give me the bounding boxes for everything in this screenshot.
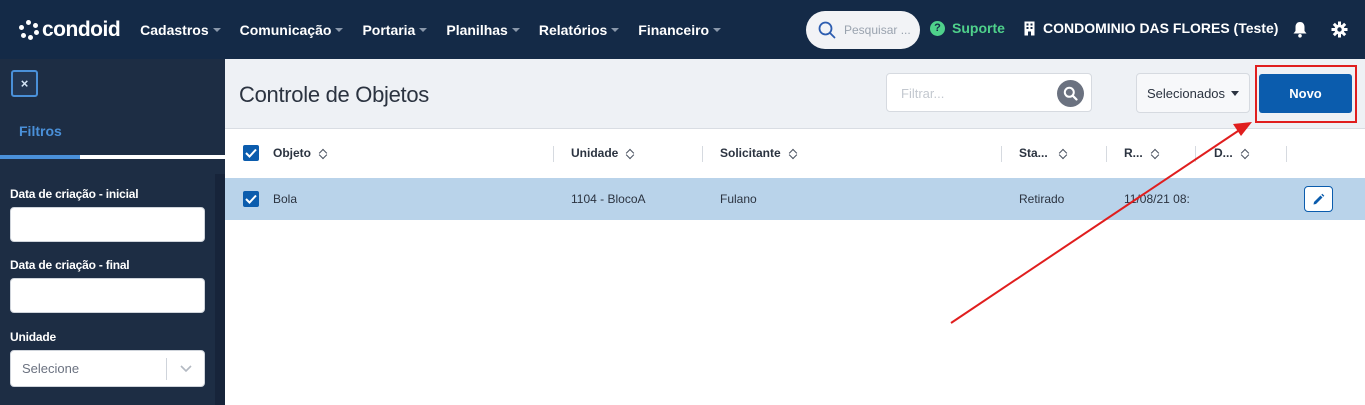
logo[interactable]: condoid bbox=[19, 17, 121, 42]
table-row[interactable]: Bola 1104 - BlocoA Fulano Retirado 11/08… bbox=[225, 178, 1365, 220]
caret-down-icon bbox=[212, 27, 221, 32]
menu-portaria[interactable]: Portaria bbox=[362, 21, 428, 38]
col-header-status[interactable]: Sta... bbox=[1019, 146, 1067, 160]
col-label: R... bbox=[1124, 146, 1143, 160]
sort-icon bbox=[1151, 148, 1159, 159]
edit-button[interactable] bbox=[1304, 186, 1333, 212]
menu-label: Financeiro bbox=[638, 21, 710, 38]
condominium-name: CONDOMINIO DAS FLORES (Teste) bbox=[1043, 20, 1279, 36]
start-date-field[interactable] bbox=[10, 207, 205, 242]
tab-active-indicator bbox=[0, 155, 80, 159]
col-separator[interactable] bbox=[1286, 146, 1287, 162]
menu-planilhas[interactable]: Planilhas bbox=[446, 21, 520, 38]
filter-placeholder: Filtrar... bbox=[901, 86, 945, 101]
chevron-down-icon[interactable] bbox=[167, 364, 204, 373]
menu-cadastros[interactable]: Cadastros bbox=[140, 21, 221, 38]
col-header-solicitante[interactable]: Solicitante bbox=[720, 146, 797, 160]
tab-filters[interactable]: Filtros bbox=[19, 123, 62, 139]
col-label: Solicitante bbox=[720, 146, 781, 160]
sort-icon bbox=[789, 148, 797, 159]
cell-status: Retirado bbox=[1019, 192, 1065, 206]
caret-down-icon bbox=[1231, 90, 1240, 96]
tab-divider bbox=[80, 155, 225, 159]
menu-label: Relatórios bbox=[538, 21, 608, 38]
caret-down-icon bbox=[335, 27, 344, 32]
caret-down-icon bbox=[511, 27, 520, 32]
col-label: Unidade bbox=[571, 146, 619, 160]
col-separator[interactable] bbox=[1106, 146, 1107, 162]
col-header-objeto[interactable]: Objeto bbox=[273, 146, 327, 160]
global-search[interactable]: Pesquisar ... bbox=[806, 11, 920, 49]
cell-r: 11/08/21 08: bbox=[1124, 192, 1190, 206]
cell-unidade: 1104 - BlocoA bbox=[571, 192, 646, 206]
filter-sidebar: × Filtros Data de criação - inicial Data… bbox=[0, 59, 225, 405]
bell-icon[interactable] bbox=[1292, 21, 1308, 38]
logo-icon bbox=[19, 19, 39, 40]
col-separator[interactable] bbox=[1001, 146, 1002, 162]
caret-down-icon bbox=[713, 27, 722, 32]
col-separator[interactable] bbox=[702, 146, 703, 162]
unit-select-value: Selecione bbox=[22, 361, 80, 376]
sort-icon bbox=[1059, 148, 1067, 159]
sort-icon bbox=[626, 148, 634, 159]
sort-icon bbox=[319, 148, 327, 159]
cell-objeto: Bola bbox=[273, 192, 298, 206]
end-date-field[interactable] bbox=[10, 278, 205, 313]
caret-down-icon bbox=[611, 27, 620, 32]
selected-dropdown-button[interactable]: Selecionados bbox=[1136, 73, 1250, 113]
pencil-icon bbox=[1313, 193, 1325, 204]
close-icon: × bbox=[20, 76, 29, 91]
select-all-checkbox[interactable] bbox=[243, 145, 259, 161]
condominium-selector[interactable]: CONDOMINIO DAS FLORES (Teste) bbox=[1024, 20, 1278, 36]
building-icon bbox=[1024, 21, 1035, 35]
row-checkbox[interactable] bbox=[243, 191, 259, 207]
page-header: Controle de Objetos Filtrar... Seleciona… bbox=[225, 59, 1365, 129]
support-label: Suporte bbox=[952, 20, 1005, 36]
menu-label: Comunicação bbox=[239, 21, 332, 38]
col-header-r[interactable]: R... bbox=[1124, 146, 1159, 160]
caret-down-icon bbox=[419, 27, 428, 32]
search-placeholder: Pesquisar ... bbox=[844, 23, 911, 37]
close-sidebar-button[interactable]: × bbox=[11, 70, 38, 97]
menu-label: Cadastros bbox=[140, 21, 209, 38]
col-separator[interactable] bbox=[1195, 146, 1196, 162]
unit-select[interactable]: Selecione bbox=[10, 350, 205, 387]
col-label: Sta... bbox=[1019, 146, 1048, 160]
menu-relatorios[interactable]: Relatórios bbox=[538, 21, 620, 38]
col-label: Objeto bbox=[273, 146, 311, 160]
support-link[interactable]: ? Suporte bbox=[930, 20, 1005, 36]
cell-solicitante: Fulano bbox=[720, 192, 757, 206]
check-icon bbox=[245, 194, 257, 204]
logo-text: condoid bbox=[42, 17, 121, 41]
menu-comunicacao[interactable]: Comunicação bbox=[240, 22, 344, 38]
search-icon bbox=[818, 21, 836, 39]
filter-input[interactable]: Filtrar... bbox=[886, 73, 1092, 112]
col-label: D... bbox=[1214, 146, 1233, 160]
sort-icon bbox=[1241, 148, 1249, 159]
col-header-unidade[interactable]: Unidade bbox=[571, 146, 634, 160]
main-menu: Cadastros Comunicação Portaria Planilhas… bbox=[140, 22, 740, 38]
menu-label: Portaria bbox=[362, 21, 416, 38]
menu-financeiro[interactable]: Financeiro bbox=[638, 21, 722, 38]
gear-icon[interactable] bbox=[1331, 21, 1348, 38]
col-separator[interactable] bbox=[553, 146, 554, 162]
top-nav: condoid Cadastros Comunicação Portaria P… bbox=[0, 0, 1365, 59]
sidebar-scrollbar[interactable] bbox=[215, 174, 225, 405]
question-icon: ? bbox=[930, 20, 945, 36]
end-date-label: Data de criação - final bbox=[10, 258, 130, 272]
annotation-highlight-box bbox=[1255, 65, 1357, 123]
table-header: Objeto Unidade Solicitante Sta... R... D… bbox=[225, 130, 1365, 177]
search-icon[interactable] bbox=[1057, 80, 1084, 107]
start-date-label: Data de criação - inicial bbox=[10, 187, 139, 201]
check-icon bbox=[245, 148, 257, 158]
selected-label: Selecionados bbox=[1146, 85, 1226, 101]
menu-label: Planilhas bbox=[446, 21, 508, 38]
col-header-d[interactable]: D... bbox=[1214, 146, 1249, 160]
unit-label: Unidade bbox=[10, 330, 56, 344]
page-title: Controle de Objetos bbox=[239, 82, 429, 107]
